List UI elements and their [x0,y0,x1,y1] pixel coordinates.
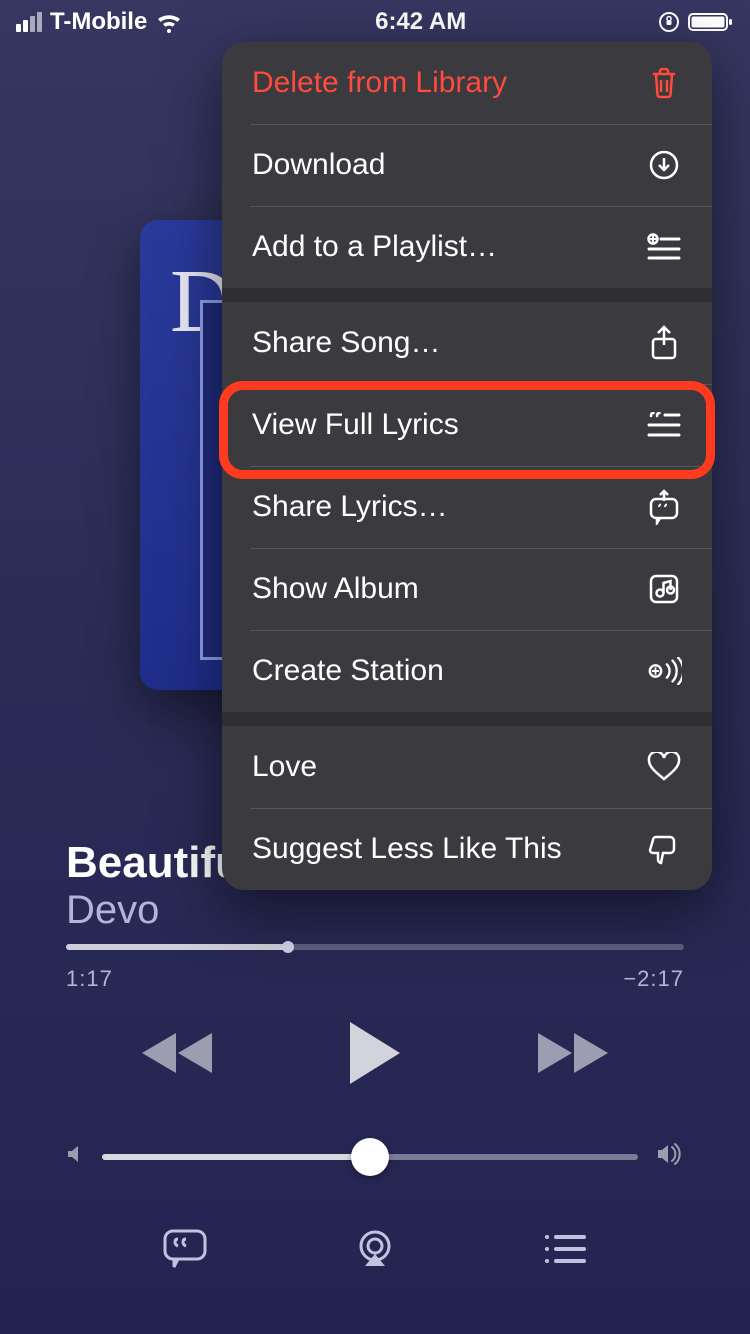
wifi-icon [155,11,183,33]
bottom-actions [0,1228,750,1275]
time-elapsed: 1:17 [66,966,113,992]
menu-delete-from-library[interactable]: Delete from Library [222,42,712,124]
menu-label: Download [252,148,385,182]
cellular-signal-icon [16,12,42,32]
station-icon [646,657,682,685]
share-lyrics-icon [646,489,682,525]
lyrics-icon [646,412,682,438]
progress-fill [66,944,288,950]
volume-fill [102,1154,370,1160]
menu-label: Love [252,750,317,784]
volume-track[interactable] [102,1154,638,1160]
menu-create-station[interactable]: Create Station [222,630,712,712]
menu-label: Show Album [252,572,419,606]
battery-icon [688,11,734,33]
menu-label: Delete from Library [252,66,507,100]
playback-controls [0,1020,750,1091]
song-artist[interactable]: Devo [66,888,159,933]
status-bar: T-Mobile 6:42 AM [0,0,750,44]
airplay-button[interactable] [353,1228,397,1275]
heart-icon [646,752,682,782]
menu-label: Add to a Playlist… [252,230,497,264]
playlist-add-icon [646,233,682,261]
forward-button[interactable] [534,1029,612,1082]
menu-suggest-less[interactable]: Suggest Less Like This [222,808,712,890]
volume-low-icon [66,1144,84,1169]
orientation-lock-icon [658,11,680,33]
download-icon [646,149,682,181]
share-icon [646,325,682,361]
menu-add-to-playlist[interactable]: Add to a Playlist… [222,206,712,288]
menu-view-full-lyrics[interactable]: View Full Lyrics [222,384,712,466]
progress-thumb[interactable] [282,941,294,953]
lyrics-button[interactable] [162,1228,208,1275]
menu-divider [222,712,712,726]
menu-show-album[interactable]: Show Album [222,548,712,630]
volume-slider[interactable] [66,1142,684,1171]
trash-icon [646,66,682,100]
song-title: Beautifu [66,838,242,888]
menu-label: Share Song… [252,326,440,360]
menu-label: Create Station [252,654,444,688]
menu-label: Share Lyrics… [252,490,448,524]
playback-progress[interactable]: 1:17 −2:17 [66,944,684,992]
volume-high-icon [656,1142,684,1171]
context-menu: Delete from Library Download Add to a Pl… [222,42,712,890]
menu-share-lyrics[interactable]: Share Lyrics… [222,466,712,548]
rewind-button[interactable] [138,1029,216,1082]
menu-download[interactable]: Download [222,124,712,206]
progress-track[interactable] [66,944,684,950]
menu-label: Suggest Less Like This [252,832,562,866]
play-button[interactable] [346,1020,404,1091]
menu-divider [222,288,712,302]
menu-label: View Full Lyrics [252,408,459,442]
album-icon [646,574,682,604]
thumbs-down-icon [646,833,682,865]
menu-love[interactable]: Love [222,726,712,808]
volume-thumb[interactable] [351,1138,389,1176]
status-right [658,11,734,33]
carrier-label: T-Mobile [50,8,147,36]
menu-share-song[interactable]: Share Song… [222,302,712,384]
status-time: 6:42 AM [375,8,466,36]
time-remaining: −2:17 [623,966,684,992]
queue-button[interactable] [542,1232,588,1271]
status-left: T-Mobile [16,8,183,36]
